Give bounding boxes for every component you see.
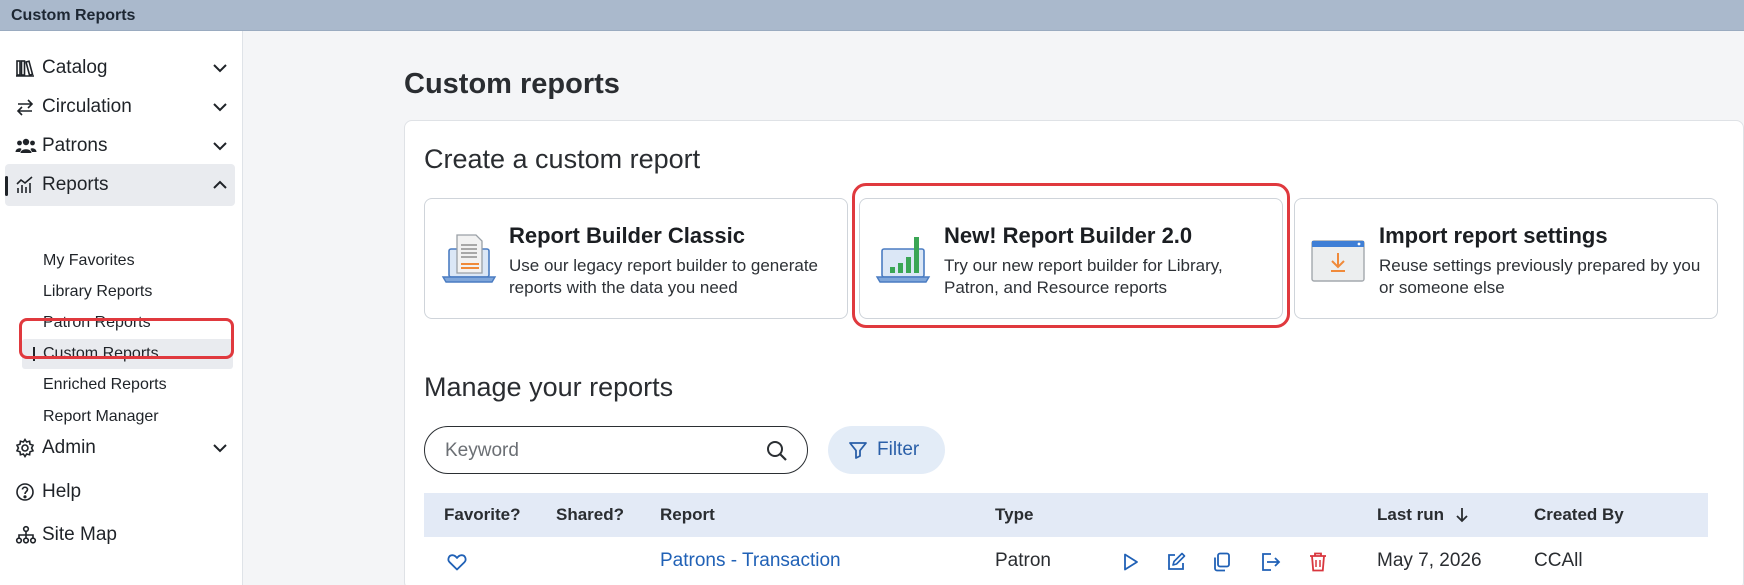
page-title: Custom reports [404, 68, 620, 100]
laptop-document-icon [441, 234, 497, 283]
card-description: Try our new report builder for Library, … [944, 256, 1223, 297]
active-indicator [5, 176, 8, 196]
card-title: Import report settings [1379, 223, 1608, 248]
sidebar: Catalog Circulation Patrons Reports My F… [0, 31, 243, 585]
laptop-chart-icon [875, 237, 931, 283]
sidebar-item-label: Help [42, 481, 82, 502]
sidebar-subitem-label: Custom Reports [43, 345, 159, 362]
sidebar-item-patrons[interactable]: Patrons [5, 125, 235, 167]
edit-icon[interactable] [1165, 551, 1187, 573]
sidebar-item-label: Site Map [42, 524, 117, 545]
card-description: Use our legacy report builder to generat… [509, 256, 819, 297]
chevron-down-icon [213, 64, 227, 73]
chevron-up-icon [213, 180, 227, 189]
run-icon[interactable] [1119, 551, 1141, 573]
circulation-icon [15, 96, 41, 118]
sidebar-item-label: Circulation [42, 96, 132, 117]
chevron-down-icon [213, 142, 227, 151]
sidebar-item-catalog[interactable]: Catalog [5, 47, 235, 89]
sidebar-item-site-map[interactable]: Site Map [5, 514, 235, 556]
sitemap-icon [15, 524, 41, 546]
import-window-icon [1311, 240, 1365, 282]
report-name-link[interactable]: Patrons - Transaction [660, 550, 841, 572]
column-header-shared[interactable]: Shared? [556, 505, 624, 525]
card-import-report-settings[interactable]: Import report settings Reuse settings pr… [1294, 198, 1718, 319]
sidebar-subitem-label: Report Manager [43, 408, 159, 425]
sidebar-subitem-label: Patron Reports [43, 314, 151, 331]
delete-icon[interactable] [1307, 551, 1329, 573]
sidebar-item-label: Admin [42, 437, 96, 458]
last-run-date: May 7, 2026 [1377, 550, 1482, 571]
report-type: Patron [995, 550, 1051, 571]
filter-button[interactable]: Filter [828, 426, 945, 474]
sidebar-item-label: Catalog [42, 57, 108, 78]
sidebar-item-label: Patrons [42, 135, 108, 156]
active-indicator [33, 347, 35, 361]
column-header-created-by[interactable]: Created By [1534, 505, 1624, 525]
sidebar-item-reports[interactable]: Reports [5, 164, 235, 206]
filter-label: Filter [877, 439, 920, 460]
gear-icon [15, 437, 41, 459]
card-report-builder-classic[interactable]: Report Builder Classic Use our legacy re… [424, 198, 848, 319]
sidebar-subitem-label: My Favorites [43, 252, 135, 269]
window-title: Custom Reports [11, 7, 136, 24]
filter-icon [849, 442, 867, 459]
search-input[interactable] [445, 437, 745, 465]
catalog-icon [15, 57, 41, 79]
patrons-icon [15, 135, 41, 157]
column-header-type[interactable]: Type [995, 505, 1033, 525]
search-icon[interactable] [765, 439, 789, 463]
column-header-favorite[interactable]: Favorite? [444, 505, 521, 525]
sidebar-item-help[interactable]: Help [5, 471, 235, 513]
manage-section-heading: Manage your reports [424, 372, 674, 402]
chevron-down-icon [213, 103, 227, 112]
sidebar-subitem-library-reports[interactable]: Library Reports [22, 277, 233, 307]
help-icon [15, 481, 41, 503]
search-box [424, 426, 808, 474]
copy-icon[interactable] [1211, 551, 1233, 573]
sidebar-subitem-my-favorites[interactable]: My Favorites [22, 246, 233, 276]
reports-icon [15, 174, 41, 196]
sidebar-subitem-enriched-reports[interactable]: Enriched Reports [22, 370, 233, 400]
created-by: CCAll [1534, 550, 1583, 571]
table-row: Patrons - Transaction Patron May 7, 2026… [424, 537, 1708, 585]
window-title-bar: Custom Reports [0, 0, 1744, 31]
heart-icon[interactable] [446, 551, 468, 573]
card-report-builder-2[interactable]: New! Report Builder 2.0 Try our new repo… [859, 198, 1283, 319]
sidebar-item-admin[interactable]: Admin [5, 427, 235, 469]
sort-descending-icon[interactable] [1453, 506, 1471, 524]
column-header-report[interactable]: Report [660, 505, 715, 525]
card-title: Report Builder Classic [509, 223, 745, 248]
chevron-down-icon [213, 444, 227, 453]
column-header-last-run[interactable]: Last run [1377, 505, 1444, 525]
export-icon[interactable] [1259, 551, 1281, 573]
sidebar-subitem-patron-reports[interactable]: Patron Reports [22, 308, 233, 338]
sidebar-item-circulation[interactable]: Circulation [5, 86, 235, 128]
table-header: Favorite? Shared? Report Type Last run C… [424, 493, 1708, 537]
sidebar-item-label: Reports [42, 174, 109, 195]
create-section-heading: Create a custom report [424, 144, 701, 174]
sidebar-subitem-custom-reports[interactable]: Custom Reports [22, 339, 233, 369]
card-title: New! Report Builder 2.0 [944, 223, 1193, 248]
card-description: Reuse settings previously prepared by yo… [1379, 256, 1701, 297]
sidebar-subitem-label: Library Reports [43, 283, 153, 300]
sidebar-subitem-label: Enriched Reports [43, 376, 167, 393]
